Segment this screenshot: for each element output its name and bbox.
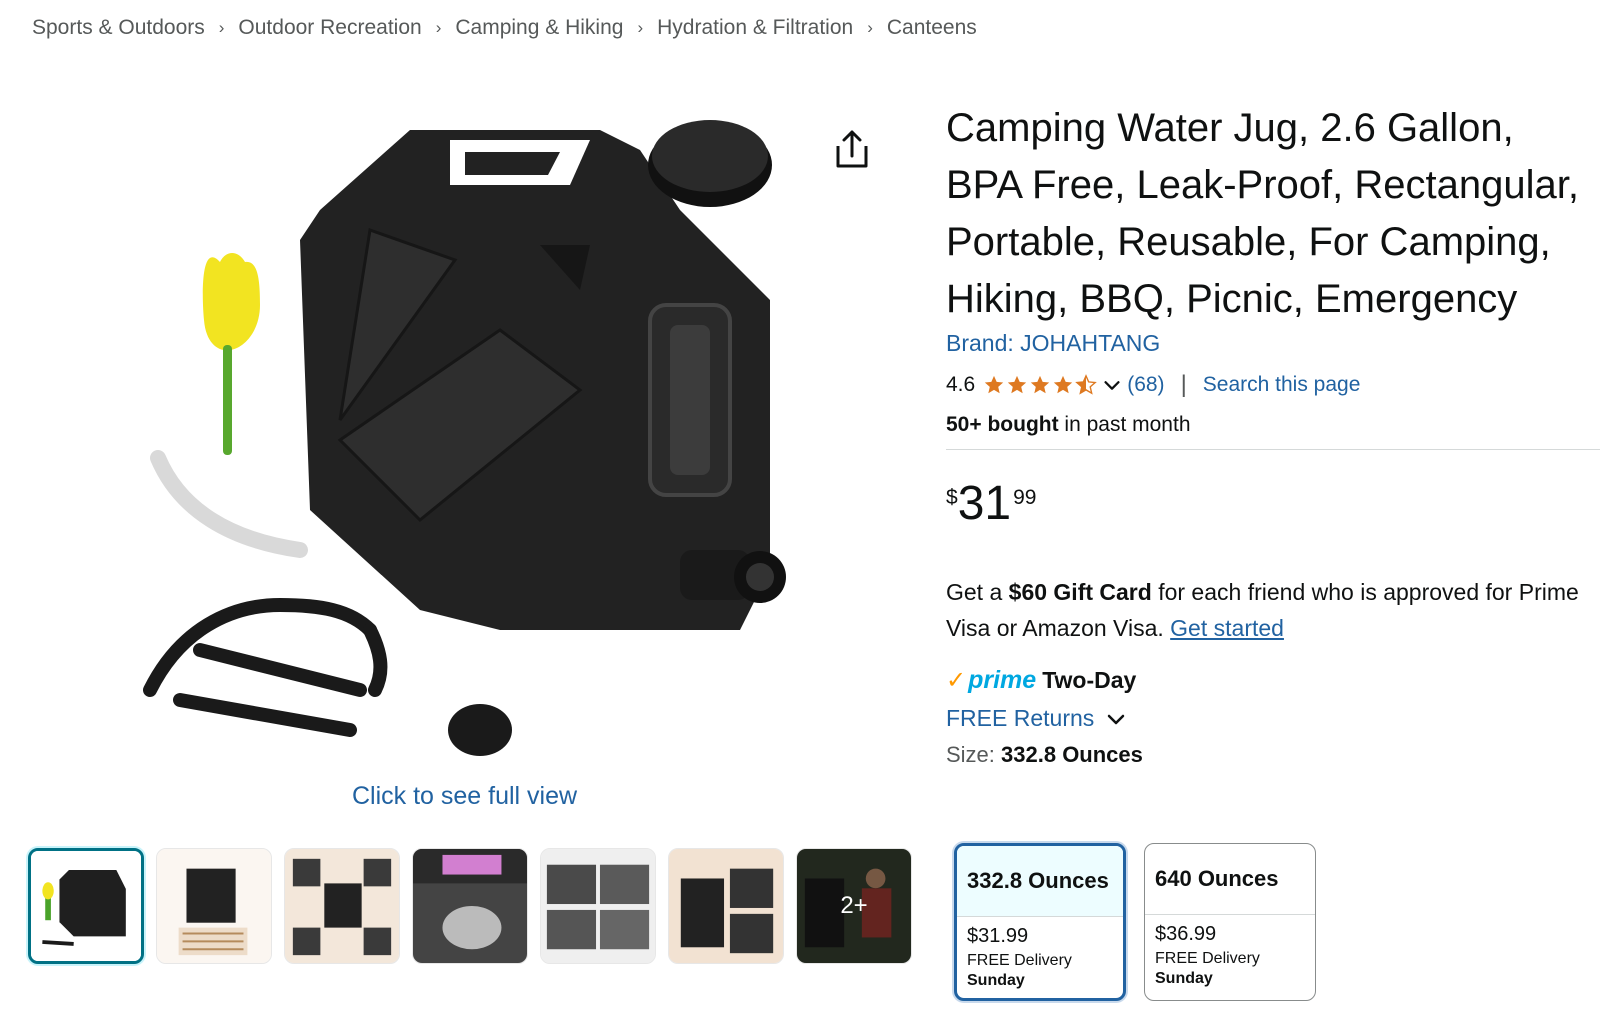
size-options: 332.8 Ounces $31.99 FREE Delivery Sunday…	[954, 843, 1316, 1001]
thumbnail-image	[285, 849, 399, 963]
bought-in-past-month: 50+ bought in past month	[946, 413, 1586, 437]
free-returns-link[interactable]: FREE Returns	[946, 705, 1586, 732]
size-option-delivery: FREE Delivery	[1155, 950, 1260, 967]
thumbnail-more[interactable]: 2+	[796, 848, 912, 964]
product-title: Camping Water Jug, 2.6 Gallon, BPA Free,…	[946, 106, 1579, 321]
chevron-down-icon	[1108, 714, 1125, 724]
prime-check-icon: ✓	[946, 667, 967, 694]
prime-badge: ✓ prime Two-Day	[946, 666, 1586, 695]
size-option-640-ounces[interactable]: 640 Ounces $36.99 FREE Delivery Sunday	[1144, 843, 1316, 1001]
breadcrumb-separator: ›	[218, 18, 225, 37]
thumbnail-5[interactable]	[540, 848, 656, 964]
chevron-down-icon[interactable]	[1101, 374, 1123, 396]
size-option-name: 640 Ounces	[1145, 844, 1315, 915]
breadcrumb-camping-hiking[interactable]: Camping & Hiking	[455, 16, 623, 40]
star-half-icon	[1075, 374, 1098, 395]
thumbnail-1[interactable]	[28, 848, 144, 964]
thumbnail-4[interactable]	[412, 848, 528, 964]
thumbnail-3[interactable]	[284, 848, 400, 964]
bottle-brush-image	[202, 253, 260, 455]
bought-suffix: in past month	[1058, 413, 1191, 436]
jug-body-image	[300, 120, 786, 630]
size-option-price: $31.99	[967, 925, 1029, 947]
size-selected-value: 332.8 Ounces	[1001, 742, 1143, 767]
rating-row: 4.6 (68) | Search this page	[946, 371, 1586, 399]
thumbnail-6[interactable]	[668, 848, 784, 964]
size-option-day: Sunday	[967, 972, 1025, 989]
star-full-icon	[985, 375, 1004, 394]
breadcrumb-canteens[interactable]: Canteens	[887, 16, 977, 40]
size-option-day: Sunday	[1155, 970, 1213, 987]
thumbnail-strip: 2+	[28, 848, 912, 964]
size-option-details: $36.99 FREE Delivery Sunday	[1145, 915, 1315, 996]
breadcrumb-sports-outdoors[interactable]: Sports & Outdoors	[32, 16, 205, 40]
size-option-details: $31.99 FREE Delivery Sunday	[957, 917, 1123, 998]
thumbnail-image	[541, 849, 655, 963]
prime-two-day: Two-Day	[1042, 667, 1137, 693]
breadcrumb: Sports & Outdoors › Outdoor Recreation ›…	[32, 16, 977, 40]
breadcrumb-separator: ›	[867, 18, 873, 37]
price: $ 31 99	[946, 480, 1586, 528]
star-full-icon	[1031, 375, 1050, 394]
breadcrumb-outdoor-recreation[interactable]: Outdoor Recreation	[238, 16, 421, 40]
star-rating[interactable]	[983, 374, 1098, 396]
free-returns-label: FREE Returns	[946, 705, 1095, 731]
promo-prefix: Get a	[946, 579, 1009, 605]
spare-cap-image	[448, 704, 512, 756]
thumbnail-image	[31, 851, 141, 961]
size-selection: Size: 332.8 Ounces	[946, 742, 1586, 768]
thumbnail-image	[669, 849, 783, 963]
shoulder-strap-image	[143, 597, 388, 737]
star-full-icon	[1008, 375, 1027, 394]
water-jug-illustration	[143, 120, 786, 756]
price-fraction: 99	[1013, 486, 1037, 509]
more-images-count: 2+	[797, 849, 911, 963]
price-whole: 31	[957, 477, 1012, 530]
star-full-icon	[1054, 375, 1073, 394]
thumbnail-2[interactable]	[156, 848, 272, 964]
get-started-link[interactable]: Get started	[1170, 615, 1284, 641]
breadcrumb-separator: ›	[637, 18, 644, 37]
ratings-count-link[interactable]: (68)	[1127, 373, 1164, 397]
prime-logo: ✓ prime	[946, 666, 1036, 695]
size-option-price: $36.99	[1155, 923, 1217, 945]
hose-image	[150, 450, 308, 558]
share-icon	[836, 130, 868, 168]
rating-divider: |	[1180, 371, 1187, 398]
full-view-link[interactable]: Click to see full view	[352, 782, 577, 811]
bought-count: 50+ bought	[946, 413, 1059, 436]
product-info: Camping Water Jug, 2.6 Gallon, BPA Free,…	[946, 100, 1600, 768]
divider	[946, 449, 1600, 450]
size-option-delivery: FREE Delivery	[967, 952, 1072, 969]
thumbnail-image	[413, 849, 527, 963]
main-product-image[interactable]	[120, 90, 820, 780]
rating-value: 4.6	[946, 373, 976, 396]
prime-logo-text: prime	[968, 666, 1037, 694]
thumbnail-image	[157, 849, 271, 963]
brand-link[interactable]: Brand: JOHAHTANG	[946, 330, 1586, 357]
gift-card-promo: Get a $60 Gift Card for each friend who …	[946, 574, 1586, 646]
breadcrumb-separator: ›	[435, 18, 442, 37]
search-this-page-link[interactable]: Search this page	[1203, 373, 1361, 397]
breadcrumb-hydration-filtration[interactable]: Hydration & Filtration	[657, 16, 853, 40]
size-option-name: 332.8 Ounces	[957, 846, 1123, 917]
promo-gift-card: $60 Gift Card	[1008, 579, 1152, 605]
size-label: Size:	[946, 742, 1002, 767]
share-button[interactable]	[830, 124, 874, 174]
size-option-332-8-ounces[interactable]: 332.8 Ounces $31.99 FREE Delivery Sunday	[954, 843, 1126, 1001]
price-symbol: $	[946, 486, 958, 509]
